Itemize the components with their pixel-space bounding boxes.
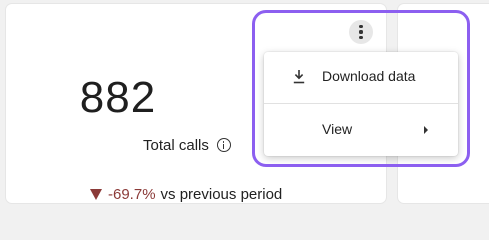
chevron-right-icon [424,126,428,134]
options-menu: Download data View [264,52,458,156]
info-icon[interactable] [216,138,231,152]
menu-item-view[interactable]: View [264,105,458,155]
metric-value: 882 [79,73,157,122]
more-vertical-icon [359,24,363,28]
menu-item-label: Download data [322,68,416,84]
trend-comparison: vs previous period [160,185,283,203]
menu-divider [264,103,458,104]
metric-label-row: Total calls [143,135,231,155]
metric-label: Total calls [143,136,209,154]
triangle-down-icon [90,188,102,200]
trend-change: -69.7% [108,185,156,203]
menu-item-download-data[interactable]: Download data [264,52,458,102]
trend-indicator: -69.7% vs previous period [90,184,282,204]
more-options-button[interactable] [349,20,373,44]
download-icon [293,70,305,84]
menu-item-label: View [322,121,353,137]
